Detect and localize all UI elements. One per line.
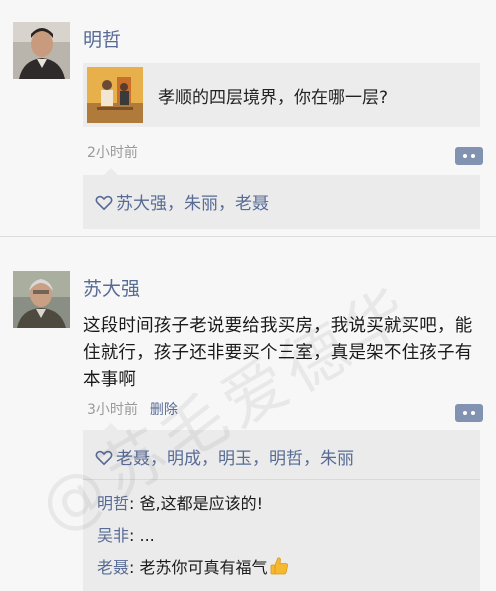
comment[interactable]: 明哲: 爸,这都是应该的! <box>97 490 263 514</box>
avatar[interactable] <box>13 22 70 79</box>
username[interactable]: 明哲 <box>83 25 121 52</box>
interaction-panel: 老聂，明成，明玉，明哲，朱丽 明哲: 爸,这都是应该的! 吴非: ... 老聂:… <box>83 423 480 591</box>
comment-author[interactable]: 明哲 <box>97 494 129 513</box>
like-name[interactable]: 明哲 <box>269 449 303 469</box>
dot <box>463 411 467 415</box>
avatar[interactable] <box>13 271 70 328</box>
comment[interactable]: 老聂: 老苏你可真有福气 <box>97 554 289 578</box>
article-thumbnail <box>87 67 143 123</box>
comment-more-button[interactable] <box>455 147 483 165</box>
like-name[interactable]: 苏大强 <box>116 194 167 214</box>
dot <box>463 154 467 158</box>
comment-text: : 老苏你可真有福气 <box>129 558 268 577</box>
shared-article-card[interactable]: 孝顺的四层境界，你在哪一层? <box>83 63 480 127</box>
post-timestamp: 2小时前 <box>87 142 138 162</box>
likes-row: 苏大强，朱丽，老聂 <box>95 189 269 214</box>
like-separator: ， <box>150 449 167 469</box>
comments-divider <box>83 479 480 480</box>
comment-more-button[interactable] <box>455 404 483 422</box>
heart-outline-icon <box>95 450 113 466</box>
post-timestamp: 3小时前 删除 <box>87 399 178 419</box>
comment-author[interactable]: 吴非 <box>97 526 129 545</box>
like-separator: ， <box>167 194 184 214</box>
username[interactable]: 苏大强 <box>83 274 140 301</box>
moment-post: 明哲 孝顺的四层境界，你在哪一层? 2小时前 苏大强，朱丽，老聂 <box>0 0 496 236</box>
like-separator: ， <box>303 449 320 469</box>
like-name[interactable]: 朱丽 <box>320 449 354 469</box>
thumbs-up-icon <box>270 557 288 575</box>
comment-text: : 爸,这都是应该的! <box>129 494 263 513</box>
likes-row: 老聂，明成，明玉，明哲，朱丽 <box>95 444 354 469</box>
like-separator: ， <box>218 194 235 214</box>
delete-link[interactable]: 删除 <box>150 402 178 418</box>
dot <box>471 411 475 415</box>
moment-post: 苏大强 这段时间孩子老说要给我买房，我说买就买吧，能住就行，孩子还非要买个三室，… <box>0 237 496 591</box>
like-name[interactable]: 明玉 <box>218 449 252 469</box>
comment-text: : ... <box>129 526 155 545</box>
heart-outline-icon <box>95 195 113 211</box>
post-text: 这段时间孩子老说要给我买房，我说买就买吧，能住就行，孩子还非要买个三室，真是架不… <box>83 316 473 390</box>
comment-author[interactable]: 老聂 <box>97 558 129 577</box>
timestamp-text: 2小时前 <box>87 145 138 161</box>
dot <box>471 154 475 158</box>
interaction-panel: 苏大强，朱丽，老聂 <box>83 168 480 229</box>
like-name[interactable]: 老聂 <box>235 194 269 214</box>
timestamp-text: 3小时前 <box>87 402 138 418</box>
like-name[interactable]: 朱丽 <box>184 194 218 214</box>
like-separator: ， <box>201 449 218 469</box>
like-name[interactable]: 老聂 <box>116 449 150 469</box>
article-title: 孝顺的四层境界，你在哪一层? <box>158 88 389 108</box>
comment[interactable]: 吴非: ... <box>97 522 155 546</box>
like-separator: ， <box>252 449 269 469</box>
like-name[interactable]: 明成 <box>167 449 201 469</box>
